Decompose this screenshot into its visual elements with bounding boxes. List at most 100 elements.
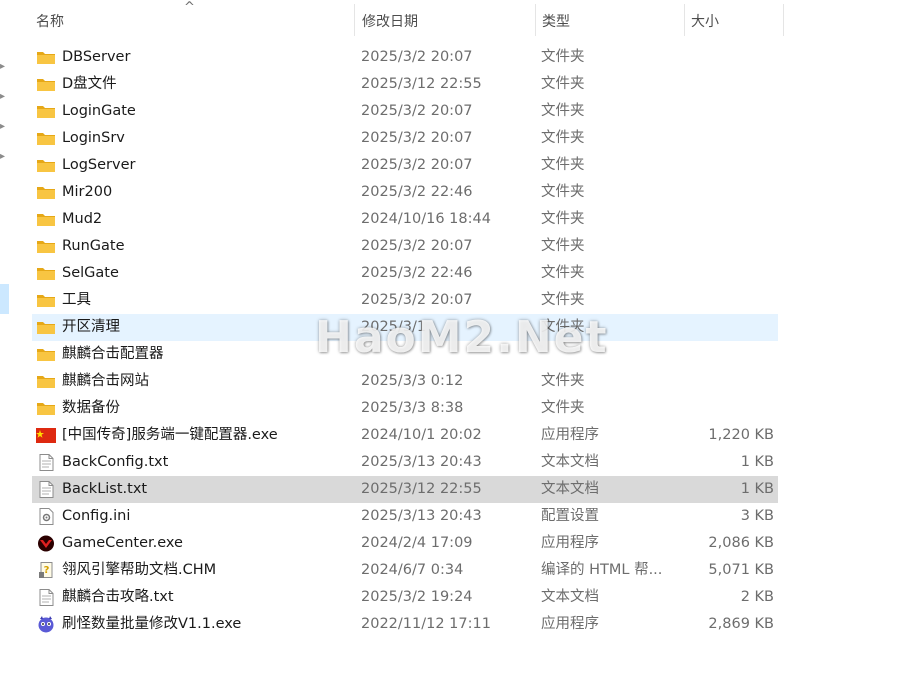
file-modified-date: 2025/3/2 22:46 [361, 265, 473, 281]
folder-icon [36, 103, 56, 120]
file-type: 文件夹 [541, 103, 585, 119]
file-row[interactable]: ? 翎风引擎帮助文档.CHM 2024/6/7 0:34 编译的 HTML 帮... 5… [32, 557, 778, 584]
file-row[interactable]: LoginGate 2025/3/2 20:07 文件夹 [32, 98, 778, 125]
file-modified-date: 2025/3/2 20:07 [361, 157, 473, 173]
file-type: 文件夹 [541, 76, 585, 92]
file-type: 文件夹 [541, 130, 585, 146]
file-row[interactable]: 数据备份 2025/3/3 8:38 文件夹 [32, 395, 778, 422]
file-name: 工具 [62, 292, 91, 308]
file-type: 文件夹 [541, 265, 585, 281]
text-file-icon [36, 589, 56, 606]
file-name: GameCenter.exe [62, 535, 183, 551]
file-name: 麒麟合击配置器 [62, 346, 164, 362]
file-modified-date: 2025/3/13 20:43 [361, 454, 482, 470]
file-type: 文件夹 [541, 157, 585, 173]
file-modified-date: 2025/3/2 20:07 [361, 49, 473, 65]
file-modified-date: 2025/3/2 20:07 [361, 292, 473, 308]
column-divider[interactable] [783, 4, 784, 36]
file-modified-date: 2024/10/16 18:44 [361, 211, 491, 227]
file-size [672, 314, 774, 341]
file-modified-date: 2025/3/3 0:12 [361, 373, 464, 389]
file-row[interactable]: LoginSrv 2025/3/2 20:07 文件夹 [32, 125, 778, 152]
column-header-date[interactable]: 修改日期 [355, 0, 535, 40]
file-name: LogServer [62, 157, 136, 173]
file-size: 2 KB [740, 589, 774, 605]
file-name: SelGate [62, 265, 119, 281]
file-row[interactable]: 麒麟合击攻略.txt 2025/3/2 19:24 文本文档 2 KB [32, 584, 778, 611]
file-row[interactable]: BackConfig.txt 2025/3/13 20:43 文本文档 1 KB [32, 449, 778, 476]
pin-icon[interactable]: ▸ [0, 152, 6, 162]
pin-icon[interactable]: ▸ [0, 122, 6, 132]
file-modified-date: 2025/3/2 20:07 [361, 238, 473, 254]
folder-icon [36, 184, 56, 201]
file-type: 应用程序 [541, 616, 599, 632]
file-size [672, 368, 774, 395]
file-modified-date: 2025/3/2 22:46 [361, 184, 473, 200]
file-name: 麒麟合击攻略.txt [62, 589, 174, 605]
text-file-icon [36, 454, 56, 471]
file-row[interactable]: D盘文件 2025/3/12 22:55 文件夹 [32, 71, 778, 98]
file-type: 文本文档 [541, 454, 599, 470]
file-modified-date: 2025/3/12 22:55 [361, 481, 482, 497]
column-header-bar: 名称 ^ 修改日期 类型 大小 [14, 0, 784, 40]
file-row[interactable]: 开区清理 2025/3/1 文件夹 [32, 314, 778, 341]
file-name: BackConfig.txt [62, 454, 169, 470]
file-name: LoginSrv [62, 130, 125, 146]
file-type: 配置设置 [541, 508, 599, 524]
folder-icon [36, 76, 56, 93]
china-flag-app-icon [36, 427, 56, 444]
sort-ascending-icon: ^ [184, 0, 195, 15]
file-name: D盘文件 [62, 76, 117, 92]
file-modified-date: 2025/3/2 20:07 [361, 130, 473, 146]
file-size [672, 260, 774, 287]
file-row[interactable]: 工具 2025/3/2 20:07 文件夹 [32, 287, 778, 314]
file-type: 应用程序 [541, 427, 599, 443]
file-row[interactable]: Config.ini 2025/3/13 20:43 配置设置 3 KB [32, 503, 778, 530]
column-header-type[interactable]: 类型 [536, 0, 684, 40]
file-size: 2,869 KB [708, 616, 774, 632]
file-row[interactable]: LogServer 2025/3/2 20:07 文件夹 [32, 152, 778, 179]
column-header-date-label: 修改日期 [362, 14, 418, 30]
column-header-size[interactable]: 大小 [685, 0, 783, 40]
file-row[interactable]: SelGate 2025/3/2 22:46 文件夹 [32, 260, 778, 287]
file-size: 1 KB [740, 481, 774, 497]
file-row[interactable]: BackList.txt 2025/3/12 22:55 文本文档 1 KB [32, 476, 778, 503]
file-type: 文件夹 [541, 319, 585, 335]
file-modified-date [361, 341, 531, 368]
file-modified-date: 2025/3/3 8:38 [361, 400, 464, 416]
folder-icon [36, 49, 56, 66]
file-row[interactable]: 麒麟合击配置器 [32, 341, 778, 368]
file-size: 1 KB [740, 454, 774, 470]
file-type: 文件夹 [541, 184, 585, 200]
file-name: 翎风引擎帮助文档.CHM [62, 562, 217, 578]
file-row[interactable]: Mud2 2024/10/16 18:44 文件夹 [32, 206, 778, 233]
file-name: DBServer [62, 49, 131, 65]
file-modified-date: 2022/11/12 17:11 [361, 616, 491, 632]
file-row[interactable]: Mir200 2025/3/2 22:46 文件夹 [32, 179, 778, 206]
file-row[interactable]: 麒麟合击网站 2025/3/3 0:12 文件夹 [32, 368, 778, 395]
file-row[interactable]: GameCenter.exe 2024/2/4 17:09 应用程序 2,086 KB [32, 530, 778, 557]
file-row[interactable]: RunGate 2025/3/2 20:07 文件夹 [32, 233, 778, 260]
file-type: 文件夹 [541, 238, 585, 254]
file-row[interactable]: 刷怪数量批量修改V1.1.exe 2022/11/12 17:11 应用程序 2,86… [32, 611, 778, 638]
column-header-name-label: 名称 [36, 14, 64, 30]
file-type [541, 341, 681, 368]
file-size [672, 152, 774, 179]
file-size [672, 287, 774, 314]
text-file-icon [36, 481, 56, 498]
file-row[interactable]: DBServer 2025/3/2 20:07 文件夹 [32, 44, 778, 71]
file-type: 文件夹 [541, 373, 585, 389]
file-type: 文本文档 [541, 589, 599, 605]
file-name: Config.ini [62, 508, 131, 524]
file-row[interactable]: [中国传奇]服务端一键配置器.exe 2024/10/1 20:02 应用程序 1,2… [32, 422, 778, 449]
svg-text:?: ? [44, 565, 50, 576]
file-modified-date: 2024/6/7 0:34 [361, 562, 464, 578]
column-header-name[interactable]: 名称 ^ [14, 0, 354, 40]
file-type: 文件夹 [541, 49, 585, 65]
file-size [672, 98, 774, 125]
file-size [672, 395, 774, 422]
pin-icon[interactable]: ▸ [0, 92, 6, 102]
folder-icon [36, 400, 56, 417]
pin-icon[interactable]: ▸ [0, 62, 6, 72]
file-size: 1,220 KB [708, 427, 774, 443]
